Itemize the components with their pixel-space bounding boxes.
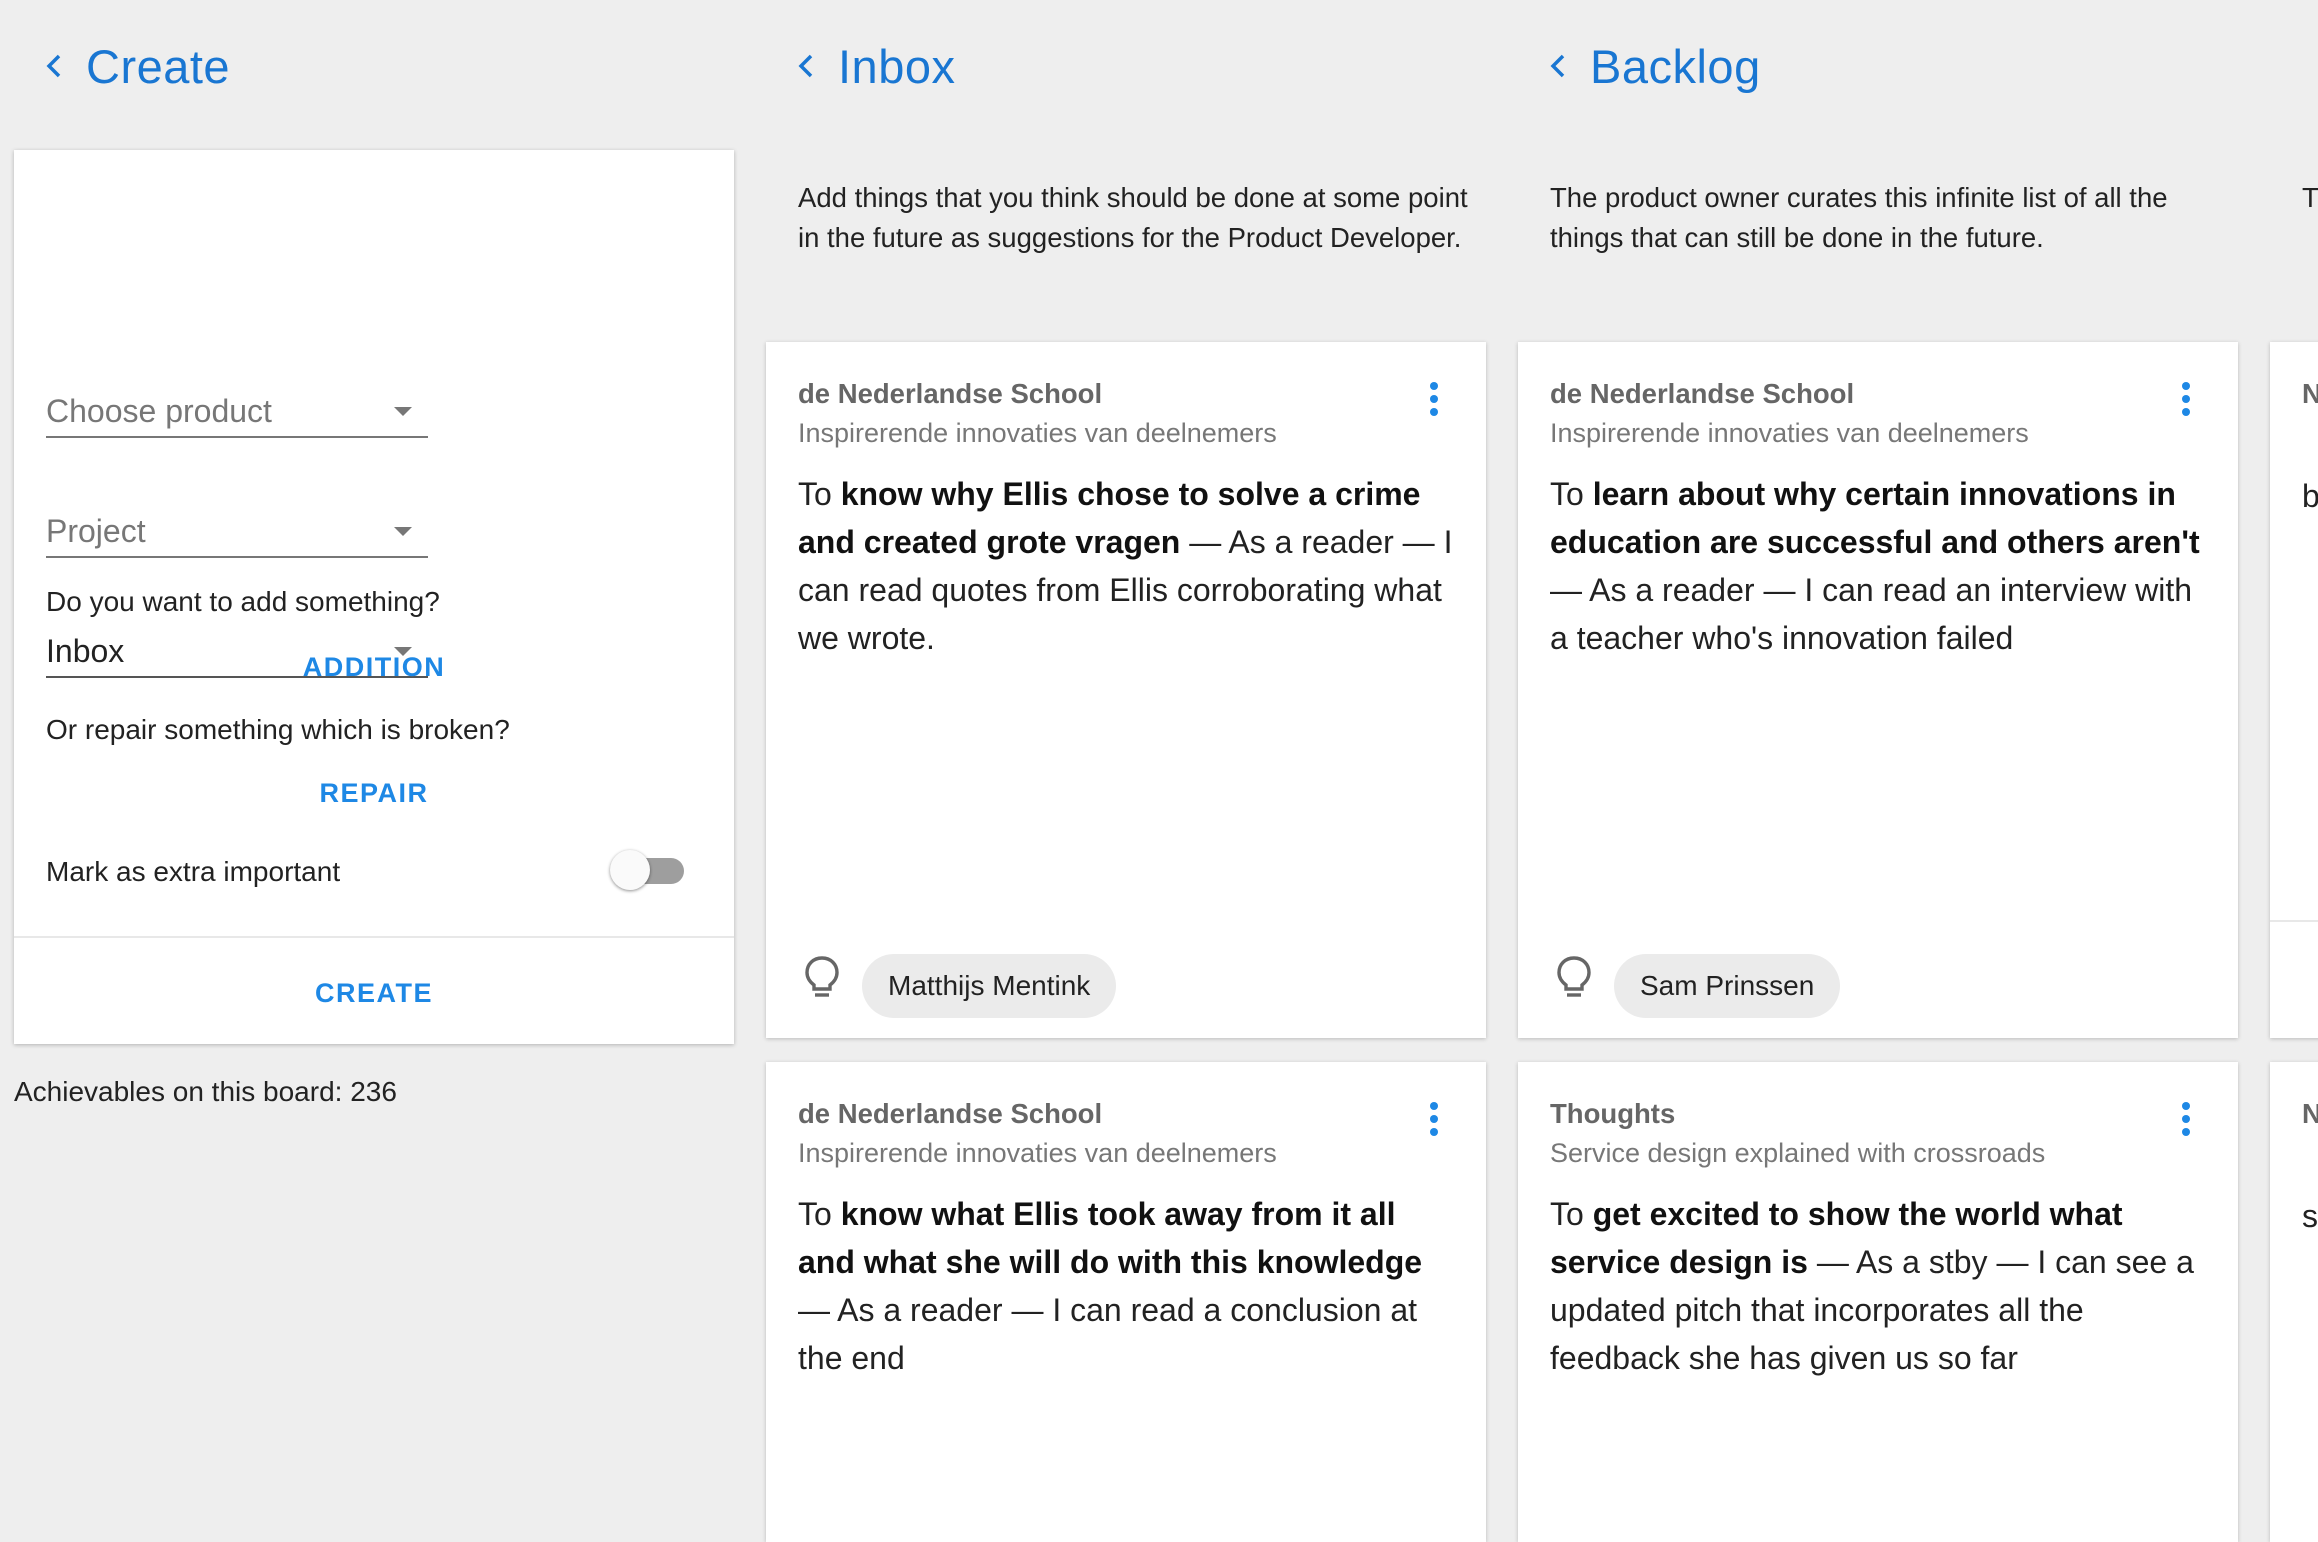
card-organization: N — [2302, 1098, 2318, 1129]
column-header-next — [2262, 28, 2318, 104]
author-chip[interactable]: Matthijs Mentink — [862, 954, 1117, 1018]
story-card[interactable]: Thoughts Service design explained with c… — [1518, 1062, 2238, 1542]
column-title-backlog: Backlog — [1590, 39, 1761, 93]
divider — [14, 936, 734, 938]
column-header-backlog: Backlog — [1504, 28, 1761, 104]
create-button[interactable]: CREATE — [14, 978, 734, 1009]
column-description-inbox: Add things that you think should be done… — [798, 182, 1468, 253]
story-role: — As a reader — — [1180, 524, 1444, 560]
back-button-create[interactable] — [30, 28, 78, 104]
dropdown-arrow-icon — [394, 407, 412, 416]
product-select-value: Choose product — [46, 393, 272, 429]
more-vert-icon — [1422, 1102, 1446, 1136]
story-prefix: To — [798, 1196, 841, 1232]
card-menu-button[interactable] — [1422, 378, 1446, 422]
important-toggle[interactable] — [610, 848, 700, 892]
story-card-partial[interactable]: N s — [2270, 1062, 2318, 1542]
story-prefix: To — [1550, 476, 1593, 512]
card-story: To know why Ellis chose to solve a crime… — [798, 470, 1458, 662]
story-role: — As a reader — — [798, 1292, 1053, 1328]
story-prefix: To — [798, 476, 841, 512]
divider — [2270, 920, 2318, 922]
more-vert-icon — [2174, 382, 2198, 416]
chevron-left-icon — [46, 54, 61, 78]
create-form: Choose product Project Inbox Do you want… — [14, 150, 734, 1044]
back-button-backlog[interactable] — [1534, 28, 1582, 104]
column-header-create: Create — [0, 28, 230, 104]
card-story: To know what Ellis took away from it all… — [798, 1190, 1458, 1382]
column-description-backlog: The product owner curates this infinite … — [1550, 182, 2168, 253]
column-header-inbox: Inbox — [752, 28, 955, 104]
story-card-partial[interactable]: N b — [2270, 342, 2318, 1038]
card-menu-button[interactable] — [2174, 378, 2198, 422]
column-title-inbox: Inbox — [838, 39, 956, 93]
card-story: To get excited to show the world what se… — [1550, 1190, 2210, 1382]
story-role: — As a reader — — [1550, 572, 1805, 608]
story-card[interactable]: de Nederlandse School Inspirerende innov… — [1518, 342, 2238, 1038]
card-menu-button[interactable] — [1422, 1098, 1446, 1142]
story-card[interactable]: de Nederlandse School Inspirerende innov… — [766, 1062, 1486, 1542]
project-select[interactable]: Project — [46, 502, 428, 558]
lightbulb-icon[interactable] — [802, 954, 842, 1000]
card-organization: Thoughts — [1550, 1098, 1676, 1129]
column-title-create: Create — [86, 39, 231, 93]
story-role: — As a stby — — [1807, 1244, 2038, 1280]
card-organization: N — [2302, 378, 2318, 409]
repair-button[interactable]: REPAIR — [14, 778, 734, 809]
addition-button[interactable]: ADDITION — [14, 652, 734, 683]
more-vert-icon — [2174, 1102, 2198, 1136]
dropdown-arrow-icon — [394, 527, 412, 536]
project-select-value: Project — [46, 513, 146, 549]
lightbulb-icon[interactable] — [1554, 954, 1594, 1000]
card-project: Inspirerende innovaties van deelnemers — [798, 418, 1277, 448]
board-count: Achievables on this board: 236 — [14, 1076, 397, 1107]
story-card[interactable]: de Nederlandse School Inspirerende innov… — [766, 342, 1486, 1038]
important-label: Mark as extra important — [46, 856, 341, 887]
card-organization: de Nederlandse School — [798, 378, 1103, 409]
card-story: To learn about why certain innovations i… — [1550, 470, 2210, 662]
chevron-left-icon — [798, 54, 813, 78]
product-select[interactable]: Choose product — [46, 382, 428, 438]
toggle-thumb — [610, 850, 650, 890]
more-vert-icon — [1422, 382, 1446, 416]
card-organization: de Nederlandse School — [1550, 378, 1855, 409]
card-project: Inspirerende innovaties van deelnemers — [798, 1138, 1277, 1168]
repair-question: Or repair something which is broken? — [46, 714, 510, 745]
card-project: Inspirerende innovaties van deelnemers — [1550, 418, 2029, 448]
card-organization: de Nederlandse School — [798, 1098, 1103, 1129]
column-description-next: T — [2302, 182, 2318, 213]
back-button-next[interactable] — [2302, 28, 2318, 104]
card-project: Service design explained with crossroads — [1550, 1138, 2046, 1168]
author-chip[interactable]: Sam Prinssen — [1614, 954, 1841, 1018]
card-menu-button[interactable] — [2174, 1098, 2198, 1142]
story-goal: learn about why certain innovations in e… — [1550, 476, 2200, 560]
story-prefix: To — [1550, 1196, 1593, 1232]
back-button-inbox[interactable] — [782, 28, 830, 104]
chevron-left-icon — [1550, 54, 1565, 78]
card-story: s — [2302, 1198, 2318, 1234]
add-question: Do you want to add something? — [46, 586, 440, 617]
card-story: b — [2302, 478, 2318, 514]
story-goal: know what Ellis took away from it all an… — [798, 1196, 1423, 1280]
